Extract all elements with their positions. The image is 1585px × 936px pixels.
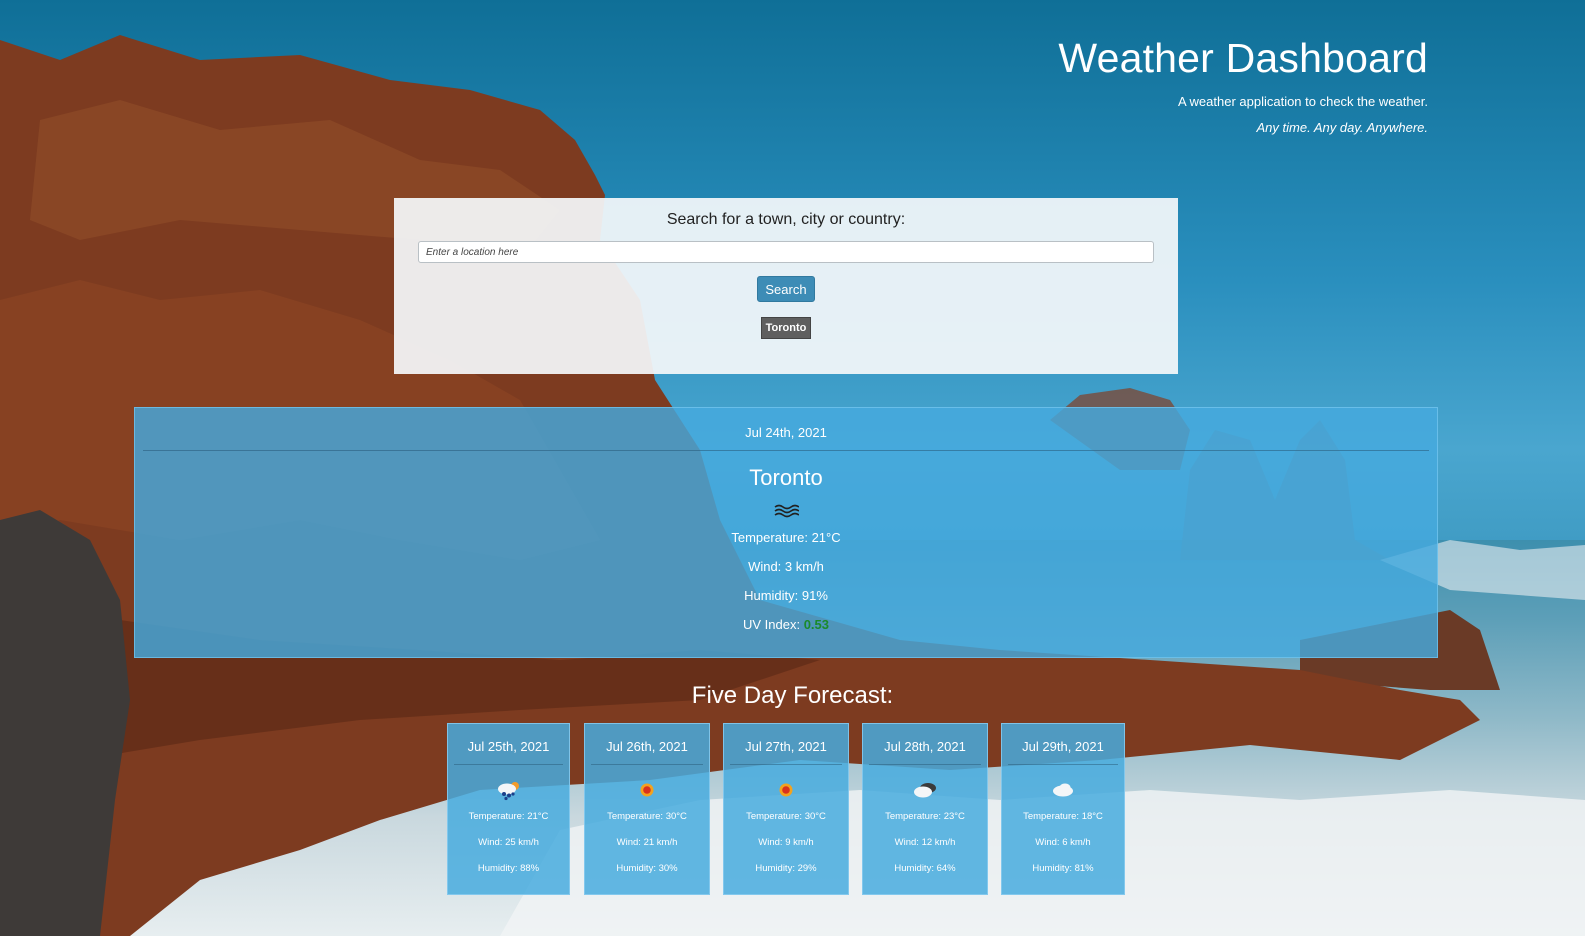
page-header: Weather Dashboard A weather application … [1058,34,1428,135]
page-title: Weather Dashboard [1058,35,1428,81]
forecast-date: Jul 29th, 2021 [1008,724,1118,765]
history-button-toronto[interactable]: Toronto [760,317,812,339]
forecast-wind: Wind: 12 km/h [894,837,956,848]
search-input[interactable] [418,241,1154,263]
broken-clouds-icon [912,779,938,801]
forecast-wind: Wind: 6 km/h [1035,837,1091,848]
forecast-card: Jul 27th, 2021 Temperature: 30°C Wind: 9… [723,723,849,895]
forecast-humidity: Humidity: 29% [755,863,817,874]
forecast-card: Jul 28th, 2021 Temperature: 23°C Wind: 1… [862,723,988,895]
page-tagline-italic: Any time. Any day. Anywhere. [1256,120,1428,135]
forecast-wind: Wind: 25 km/h [478,837,539,848]
sun-icon [773,779,799,801]
cloud-icon [1050,779,1076,801]
forecast-date: Jul 26th, 2021 [591,724,703,765]
current-date: Jul 24th, 2021 [143,408,1429,451]
thunder-rain-icon [496,779,522,801]
forecast-humidity: Humidity: 64% [894,863,956,874]
uv-label: UV Index: [742,617,804,632]
forecast-title: Five Day Forecast: [691,682,894,709]
forecast-temperature: Temperature: 21°C [468,811,549,822]
forecast-humidity: Humidity: 81% [1032,863,1094,874]
current-humidity: Humidity: 91% [744,588,828,603]
sun-icon [634,779,660,801]
forecast-temperature: Temperature: 30°C [746,811,826,822]
search-label: Search for a town, city or country: [666,211,906,228]
forecast-temperature: Temperature: 18°C [1023,811,1103,822]
current-temperature: Temperature: 21°C [731,530,841,545]
uv-value: 0.53 [803,617,829,632]
current-city: Toronto [749,465,823,490]
mist-icon [773,503,800,519]
forecast-wind: Wind: 21 km/h [616,837,678,848]
current-weather-panel: Jul 24th, 2021 Toronto Temperature: 21°C… [134,407,1438,658]
forecast-cards: Jul 25th, 2021 Temperature: 21°C Wind: 2… [447,723,1127,895]
forecast-date: Jul 28th, 2021 [869,724,981,765]
forecast-card: Jul 29th, 2021 Temperature: 18°C Wind: 6… [1001,723,1125,895]
search-panel: Search for a town, city or country: Sear… [394,198,1178,374]
current-wind: Wind: 3 km/h [748,559,824,574]
forecast-date: Jul 27th, 2021 [730,724,842,765]
page-tagline: A weather application to check the weath… [1177,94,1428,109]
forecast-card: Jul 25th, 2021 Temperature: 21°C Wind: 2… [447,723,570,895]
forecast-humidity: Humidity: 30% [616,863,678,874]
forecast-wind: Wind: 9 km/h [758,837,814,848]
forecast-temperature: Temperature: 23°C [885,811,965,822]
forecast-card: Jul 26th, 2021 Temperature: 30°C Wind: 2… [584,723,710,895]
current-uv-index: UV Index: 0.53 [135,615,1437,635]
forecast-humidity: Humidity: 88% [477,863,540,874]
search-button[interactable]: Search [757,276,815,302]
forecast-date: Jul 25th, 2021 [454,724,563,765]
forecast-temperature: Temperature: 30°C [607,811,687,822]
